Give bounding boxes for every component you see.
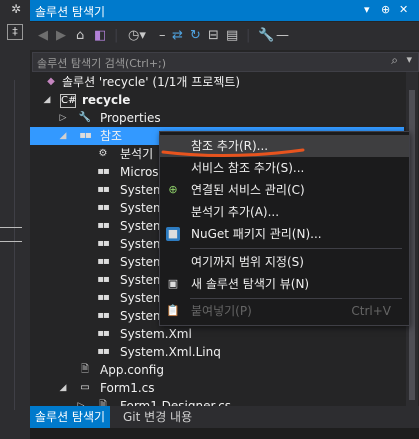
menu-item-label: 연결된 서비스 관리(C)	[191, 183, 305, 197]
assembly-icon: ▪▪	[97, 166, 110, 177]
expanded-arrow-icon[interactable]: ◢	[58, 127, 68, 145]
toolbar-separator: |	[246, 28, 251, 43]
menu-item-label: 붙여넣기(P)	[191, 304, 252, 318]
tree-item-form1[interactable]: ◢ ▭ Form1.cs	[30, 379, 404, 397]
paste-icon: 📋	[166, 304, 180, 317]
search-placeholder: 솔루션 탐색기 검색(Ctrl+;)	[37, 57, 167, 70]
expanded-arrow-icon[interactable]: ◢	[58, 379, 68, 397]
divider	[14, 80, 15, 410]
menu-item-label: 분석기 추가(A)...	[191, 205, 280, 219]
analyzer-icon: ⚙	[98, 148, 108, 159]
assembly-icon: ▪▪	[97, 256, 110, 267]
menu-item-label: 새 솔루션 탐색기 뷰(N)	[191, 277, 310, 291]
toolbar: ◀ ▶ ⌂ ◧ | ◷▾ – ⇄ ↻ ⊟ ▤ | 🔧 —	[30, 22, 419, 50]
connected-service-icon: ⊕	[168, 183, 178, 196]
tree-item-label: System.Xml	[120, 327, 192, 341]
tree-item-properties[interactable]: ▷ 🔧 Properties	[30, 109, 404, 127]
search-box[interactable]: 솔루션 탐색기 검색(Ctrl+;) ⌕ ▾	[32, 52, 419, 72]
assembly-icon: ▪▪	[97, 202, 110, 213]
menu-item-new-explorer-view[interactable]: ▣ 새 솔루션 탐색기 뷰(N)	[160, 273, 409, 295]
forward-icon[interactable]: ▶	[56, 26, 66, 46]
assembly-icon: ▪▪	[97, 328, 110, 339]
tree-item-label: Form1.cs	[100, 381, 155, 395]
menu-item-add-analyzer[interactable]: 분석기 추가(A)...	[160, 201, 409, 223]
pending-changes-icon[interactable]: –	[159, 26, 166, 46]
expanded-arrow-icon[interactable]: ◢	[42, 91, 52, 109]
new-view-icon: ▣	[167, 277, 179, 290]
assembly-icon: ▪▪	[97, 184, 110, 195]
toolbar-separator: |	[114, 28, 119, 43]
menu-separator	[190, 298, 402, 299]
panel-title: 솔루션 탐색기	[35, 5, 106, 19]
search-icon[interactable]: ⌕	[391, 53, 398, 68]
bottom-tabs: 솔루션 탐색기 Git 변경 내용	[30, 406, 419, 428]
tree-item-label: Micros	[120, 165, 159, 179]
menu-separator	[190, 248, 402, 249]
nuget-icon: ■	[166, 227, 180, 241]
sync-icon[interactable]: ⇄	[172, 26, 183, 46]
menu-item-scope-to-this[interactable]: 여기까지 범위 지정(S)	[160, 251, 409, 273]
tree-item-label: 참조	[100, 129, 123, 143]
refresh-icon[interactable]: ↻	[190, 26, 201, 46]
tree-item-label: System.Xml.Linq	[120, 345, 221, 359]
config-file-icon: 🗎	[80, 364, 90, 375]
pin-icon[interactable]: ⊕	[381, 3, 390, 16]
panel-titlebar[interactable]: 솔루션 탐색기 ▾ ⊕ ✕	[30, 0, 419, 21]
tree-item-reference[interactable]: ▪▪ System.Xml.Linq	[30, 343, 404, 361]
wrench-icon[interactable]: 🔧	[258, 26, 274, 46]
menu-item-label: 서비스 참조 추가(S)...	[191, 161, 305, 175]
history-icon[interactable]: ◷▾	[128, 26, 146, 46]
assembly-icon: ▪▪	[97, 220, 110, 231]
csharp-project-icon: C#	[60, 94, 77, 108]
tree-item-label: App.config	[100, 363, 164, 377]
assembly-icon: ▪▪	[97, 310, 110, 321]
form-icon: ▭	[80, 382, 90, 393]
collapsed-arrow-icon[interactable]: ▷	[58, 109, 68, 127]
divider	[0, 227, 22, 228]
divider	[0, 241, 22, 242]
back-icon[interactable]: ◀	[38, 26, 48, 46]
tree-item-label: Properties	[100, 111, 161, 125]
show-all-icon[interactable]: ▤	[226, 26, 238, 46]
collapse-icon[interactable]: ⊟	[208, 26, 219, 46]
vs-icon[interactable]: ◧	[94, 26, 106, 46]
tree-item-app-config[interactable]: 🗎 App.config	[30, 361, 404, 379]
menu-item-label: 여기까지 범위 지정(S)	[191, 255, 304, 269]
menu-item-paste[interactable]: 📋 붙여넣기(P) Ctrl+V	[160, 300, 409, 322]
assembly-icon: ▪▪	[97, 292, 110, 303]
tree-item-label: recycle	[82, 93, 131, 107]
properties-dash-icon[interactable]: —	[276, 26, 289, 46]
assembly-icon: ▪▪	[97, 238, 110, 249]
close-icon[interactable]: ✕	[399, 3, 408, 16]
context-menu: 참조 추가(R)... 서비스 참조 추가(S)... ⊕ 연결된 서비스 관리…	[159, 131, 410, 326]
menu-item-label: NuGet 패키지 관리(N)...	[191, 227, 322, 241]
tree-item-reference[interactable]: ▪▪ System.Xml	[30, 325, 404, 343]
dropdown-icon[interactable]: ▾	[364, 3, 370, 16]
menu-item-add-service-reference[interactable]: 서비스 참조 추가(S)...	[160, 157, 409, 179]
status-strip	[30, 428, 419, 439]
wrench-icon: 🔧	[78, 112, 92, 123]
left-toolstrip: ✲ ‡	[0, 0, 30, 439]
references-icon: ▪▪	[79, 130, 92, 141]
assembly-icon: ▪▪	[97, 346, 110, 357]
tree-item-label: 분석기	[120, 147, 154, 161]
menu-item-manage-nuget[interactable]: ■ NuGet 패키지 관리(N)...	[160, 223, 409, 245]
chevron-down-icon[interactable]: ▾	[406, 53, 412, 66]
tab-solution-explorer[interactable]: 솔루션 탐색기	[30, 406, 111, 428]
solution-icon: ◆	[47, 76, 55, 87]
pin-icon[interactable]: ‡	[7, 24, 23, 40]
tab-git-changes[interactable]: Git 변경 내용	[118, 406, 197, 428]
gear-icon[interactable]: ✲	[11, 2, 21, 16]
annotation-underline	[161, 148, 305, 158]
home-icon[interactable]: ⌂	[76, 26, 84, 46]
menu-item-shortcut: Ctrl+V	[351, 304, 391, 318]
menu-item-manage-connected-services[interactable]: ⊕ 연결된 서비스 관리(C)	[160, 179, 409, 201]
tree-item-solution[interactable]: ◆ 솔루션 'recycle' (1/1개 프로젝트)	[30, 73, 404, 91]
assembly-icon: ▪▪	[97, 274, 110, 285]
tree-item-label: 솔루션 'recycle' (1/1개 프로젝트)	[62, 75, 241, 89]
tree-item-project[interactable]: ◢ C# recycle	[30, 91, 404, 109]
